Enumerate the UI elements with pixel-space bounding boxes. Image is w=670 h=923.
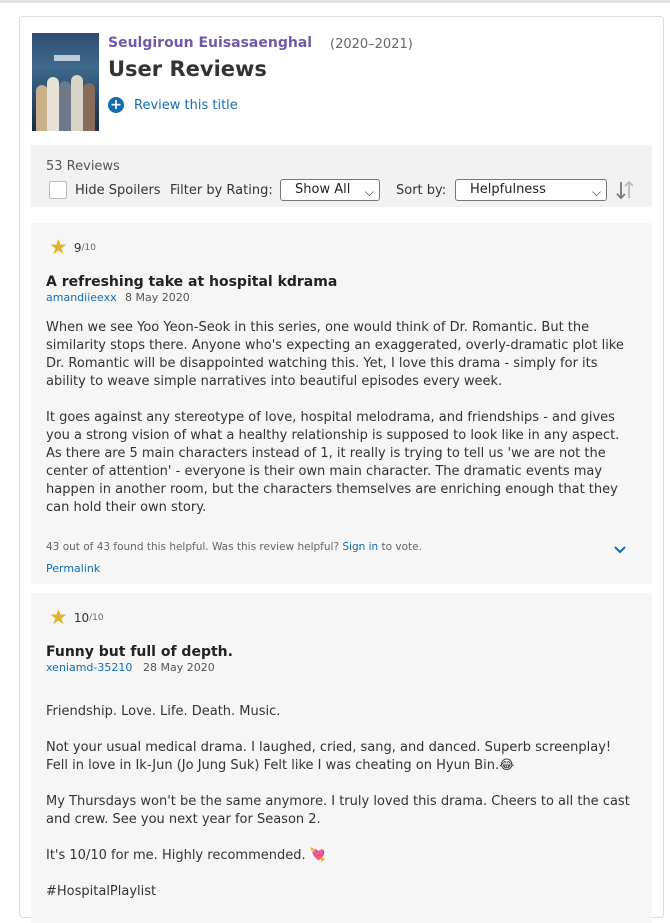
chevron-down-icon[interactable] xyxy=(613,545,627,555)
review-this-title-link[interactable]: + Review this title xyxy=(108,97,238,113)
review-item: ★ 10 /10 Funny but full of depth. xeniam… xyxy=(31,593,652,923)
review-count: 53 Reviews xyxy=(46,159,120,174)
rating-filter-select[interactable]: Show All ⌵ xyxy=(280,179,380,201)
review-paragraph: #HospitalPlaylist xyxy=(46,884,157,899)
sort-direction-icon[interactable] xyxy=(613,178,637,202)
hide-spoilers-label[interactable]: Hide Spoilers xyxy=(75,183,161,198)
review-item: ★ 9 /10 A refreshing take at hospital kd… xyxy=(31,223,652,584)
chevron-down-icon: ⌵ xyxy=(364,185,374,199)
review-date: 28 May 2020 xyxy=(143,661,215,674)
rating-max: /10 xyxy=(81,242,96,253)
star-icon: ★ xyxy=(49,605,68,629)
rating: ★ 9 /10 xyxy=(49,237,96,258)
show-title-link[interactable]: Seulgiroun Euisasaenghal xyxy=(108,35,312,51)
plus-circle-icon: + xyxy=(108,97,124,113)
rating-value: 10 xyxy=(73,610,90,625)
page-title: User Reviews xyxy=(108,57,267,81)
review-paragraph: It's 10/10 for me. Highly recommended. 💘 xyxy=(46,848,326,863)
star-icon: ★ xyxy=(49,235,68,259)
sort-select[interactable]: Helpfulness ⌵ xyxy=(455,179,607,201)
review-paragraph: Not your usual medical drama. I laughed,… xyxy=(46,740,612,773)
review-paragraph: When we see Yoo Yeon-Seok in this series… xyxy=(46,320,624,389)
review-paragraph: Friendship. Love. Life. Death. Music. xyxy=(46,704,281,719)
helpful-text: 43 out of 43 found this helpful. Was thi… xyxy=(46,541,340,553)
reviews-card: Seulgiroun Euisasaenghal (2020–2021) Use… xyxy=(19,16,664,923)
review-title[interactable]: Funny but full of depth. xyxy=(46,644,233,660)
hide-spoilers-checkbox[interactable] xyxy=(49,181,67,199)
helpful-prompt: 43 out of 43 found this helpful. Was thi… xyxy=(46,541,422,553)
review-paragraph: It goes against any stereotype of love, … xyxy=(46,410,620,515)
review-paragraph: My Thursdays won't be the same anymore. … xyxy=(46,794,630,827)
permalink-link[interactable]: Permalink xyxy=(46,562,100,575)
rating: ★ 10 /10 xyxy=(49,607,104,628)
show-years: (2020–2021) xyxy=(330,37,413,52)
to-vote-text: to vote. xyxy=(381,541,422,553)
sign-in-link[interactable]: Sign in xyxy=(342,541,378,553)
sort-by-label: Sort by: xyxy=(396,183,447,198)
sort-value: Helpfulness xyxy=(470,182,546,197)
review-title[interactable]: A refreshing take at hospital kdrama xyxy=(46,274,337,290)
chevron-down-icon: ⌵ xyxy=(591,185,601,199)
filter-rating-label: Filter by Rating: xyxy=(170,183,273,198)
review-author[interactable]: xeniamd-35210 xyxy=(46,661,132,674)
rating-filter-value: Show All xyxy=(295,182,351,197)
review-author[interactable]: amandiieexx xyxy=(46,291,117,304)
review-date: 8 May 2020 xyxy=(125,291,190,304)
rating-max: /10 xyxy=(89,612,104,623)
filter-bar: 53 Reviews Hide Spoilers Filter by Ratin… xyxy=(31,145,652,207)
review-this-title-label: Review this title xyxy=(134,97,238,113)
poster-image[interactable] xyxy=(32,33,99,131)
rating-value: 9 xyxy=(73,240,82,255)
top-divider xyxy=(0,0,670,3)
